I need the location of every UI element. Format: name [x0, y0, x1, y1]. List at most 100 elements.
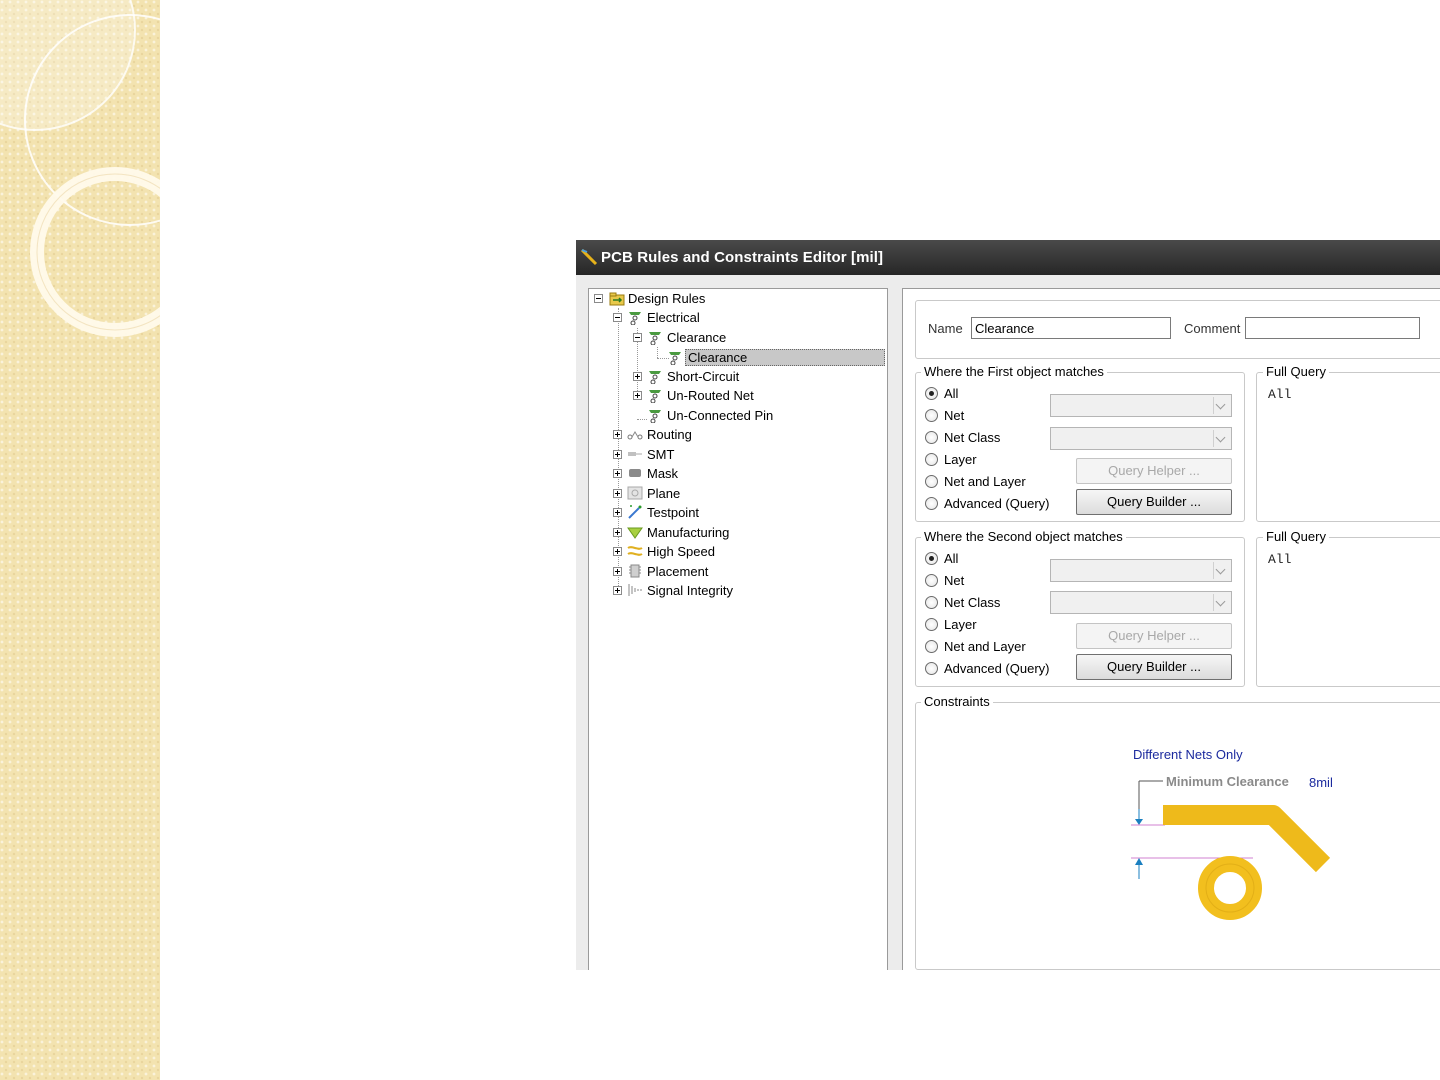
- tree-label: Short-Circuit: [667, 369, 740, 384]
- clearance-rule-icon: [669, 352, 681, 365]
- radio-icon: [925, 662, 938, 675]
- tree-node-design-rules[interactable]: Design Rules: [589, 289, 885, 308]
- name-input[interactable]: [971, 317, 1171, 339]
- expand-icon[interactable]: [613, 508, 622, 517]
- radio-icon: [925, 475, 938, 488]
- smt-icon: [628, 452, 642, 456]
- radio-icon: [925, 497, 938, 510]
- expand-icon[interactable]: [633, 391, 642, 400]
- collapse-icon[interactable]: [613, 313, 622, 322]
- radio-icon: [925, 574, 938, 587]
- first-query-helper-button[interactable]: Query Helper ...: [1076, 458, 1232, 484]
- tree-node-placement[interactable]: Placement: [589, 562, 885, 581]
- placement-icon: [629, 564, 641, 578]
- expand-icon[interactable]: [613, 489, 622, 498]
- tree-label: Placement: [647, 564, 709, 579]
- tree-label: Testpoint: [647, 505, 700, 520]
- unrouted-net-rule-icon: [649, 390, 661, 403]
- chevron-down-icon: [1213, 562, 1229, 579]
- expand-icon[interactable]: [613, 469, 622, 478]
- tree-label: Signal Integrity: [647, 583, 733, 598]
- tree-label: Mask: [647, 466, 679, 481]
- tree-label: Electrical: [647, 310, 700, 325]
- high-speed-icon: [627, 546, 643, 556]
- tree-node-signal-integrity[interactable]: Signal Integrity: [589, 581, 885, 600]
- signal-integrity-icon: [628, 584, 642, 596]
- tree-node-smt[interactable]: SMT: [589, 445, 885, 464]
- tree-label: Un-Routed Net: [667, 388, 754, 403]
- tree-node-routing[interactable]: Routing: [589, 425, 885, 444]
- second-query-builder-button[interactable]: Query Builder ...: [1076, 654, 1232, 680]
- expand-icon[interactable]: [613, 586, 622, 595]
- rule-details-panel: Name Comment Where the First object matc…: [902, 288, 1440, 970]
- comment-label: Comment: [1184, 321, 1241, 336]
- chevron-down-icon: [1213, 397, 1229, 414]
- tree-node-short-circuit[interactable]: Short-Circuit: [589, 367, 885, 386]
- rules-tree[interactable]: Design Rules Electrical Clearance Cleara…: [588, 288, 888, 970]
- folder-rules-icon: [609, 292, 625, 306]
- expand-icon[interactable]: [613, 547, 622, 556]
- comment-input[interactable]: [1245, 317, 1420, 339]
- tree-label: Un-Connected Pin: [667, 408, 774, 423]
- decorative-background-strip: [0, 0, 160, 1080]
- radio-label: Net Class: [944, 595, 1001, 610]
- radio-label: Net: [944, 573, 965, 588]
- tree-label: SMT: [647, 447, 675, 462]
- radio-icon: [925, 596, 938, 609]
- second-match-title: Where the Second object matches: [921, 529, 1126, 544]
- routing-icon: [627, 431, 643, 440]
- mask-icon: [629, 469, 641, 477]
- tree-node-high-speed[interactable]: High Speed: [589, 542, 885, 561]
- second-query-helper-button[interactable]: Query Helper ...: [1076, 623, 1232, 649]
- radio-label: Layer: [944, 452, 977, 467]
- radio-icon: [925, 640, 938, 653]
- tree-node-testpoint[interactable]: Testpoint: [589, 503, 885, 522]
- first-full-query-text: All: [1268, 387, 1292, 402]
- chevron-down-icon: [1213, 430, 1229, 447]
- decorative-circles: [0, 0, 160, 337]
- radio-label: Net and Layer: [944, 639, 1026, 654]
- collapse-icon[interactable]: [594, 294, 603, 303]
- tree-label: Routing: [647, 427, 692, 442]
- testpoint-icon: [628, 505, 642, 519]
- radio-label: Advanced (Query): [944, 661, 1050, 676]
- expand-icon[interactable]: [613, 528, 622, 537]
- chevron-down-icon: [1213, 594, 1229, 611]
- app-icon: [580, 248, 598, 266]
- tree-label: Manufacturing: [647, 525, 730, 540]
- radio-label: Layer: [944, 617, 977, 632]
- tree-label-selected: Clearance: [685, 349, 885, 366]
- tree-node-electrical[interactable]: Electrical: [589, 308, 885, 327]
- second-net-class-dropdown[interactable]: [1050, 591, 1232, 614]
- electrical-rule-icon: [629, 312, 641, 325]
- radio-label: All: [944, 386, 959, 401]
- tree-node-clearance-group[interactable]: Clearance: [589, 328, 885, 347]
- expand-icon[interactable]: [613, 450, 622, 459]
- expand-icon[interactable]: [613, 430, 622, 439]
- collapse-icon[interactable]: [633, 333, 642, 342]
- first-net-dropdown[interactable]: [1050, 394, 1232, 417]
- radio-icon: [925, 409, 938, 422]
- first-query-builder-button[interactable]: Query Builder ...: [1076, 489, 1232, 515]
- tree-node-plane[interactable]: Plane: [589, 484, 885, 503]
- first-full-query-title: Full Query: [1263, 364, 1329, 379]
- radio-label: Net Class: [944, 430, 1001, 445]
- clearance-diagram: [1131, 780, 1331, 920]
- short-circuit-rule-icon: [649, 371, 661, 384]
- first-net-class-dropdown[interactable]: [1050, 427, 1232, 450]
- tree-node-unconnected-pin[interactable]: Un-Connected Pin: [589, 406, 885, 425]
- second-net-dropdown[interactable]: [1050, 559, 1232, 582]
- tree-node-clearance-rule[interactable]: Clearance: [589, 348, 885, 367]
- expand-icon[interactable]: [633, 372, 642, 381]
- radio-selected-icon: [925, 387, 938, 400]
- constraints-title: Constraints: [921, 694, 993, 709]
- radio-label: Advanced (Query): [944, 496, 1050, 511]
- tree-node-unrouted-net[interactable]: Un-Routed Net: [589, 386, 885, 405]
- unconnected-pin-rule-icon: [649, 410, 661, 423]
- window-title: PCB Rules and Constraints Editor [mil]: [601, 249, 884, 266]
- tree-node-mask[interactable]: Mask: [589, 464, 885, 483]
- second-full-query-text: All: [1268, 552, 1292, 567]
- tree-node-manufacturing[interactable]: Manufacturing: [589, 523, 885, 542]
- expand-icon[interactable]: [613, 567, 622, 576]
- manufacturing-icon: [627, 527, 643, 539]
